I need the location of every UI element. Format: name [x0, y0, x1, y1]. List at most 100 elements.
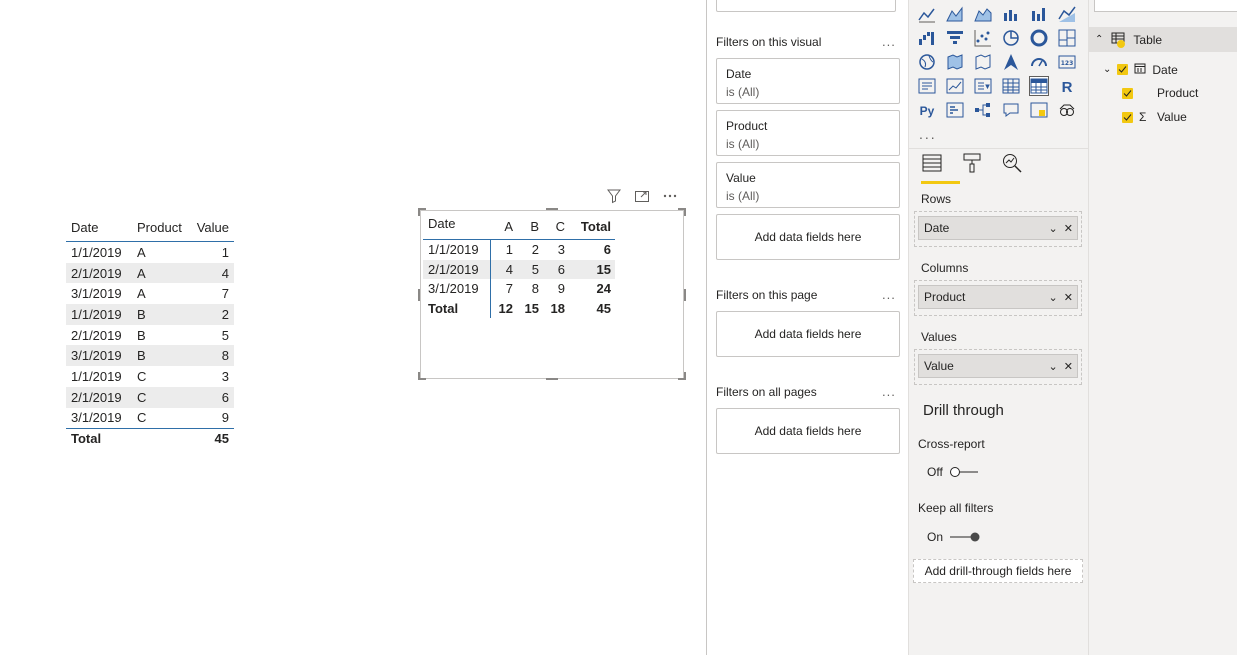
matrix-cell: 1: [505, 242, 513, 258]
analytics-magnifier-icon[interactable]: [1001, 152, 1023, 174]
gauge-icon[interactable]: [1029, 52, 1049, 72]
azure-map-icon[interactable]: [1001, 52, 1021, 72]
filled-map-icon[interactable]: [945, 52, 965, 72]
matrix-visual[interactable]: Date A B C Total 1/1/2019 1 2 3 6 2/1/20…: [423, 212, 615, 318]
kpi-icon[interactable]: [945, 76, 965, 96]
matrix-column-header[interactable]: C: [543, 219, 569, 234]
filters-visual-more-button[interactable]: ...: [882, 34, 896, 49]
page-add-data-fields-drop[interactable]: Add data fields here: [716, 311, 900, 357]
values-well[interactable]: Value ⌄ ✕: [914, 349, 1082, 385]
chevron-up-icon[interactable]: ⌃: [1095, 34, 1103, 45]
filter-card-date[interactable]: Date is (All): [716, 58, 900, 104]
pie-chart-icon[interactable]: [1001, 28, 1021, 48]
paginated-report-icon[interactable]: [1057, 100, 1077, 120]
rows-field-pill[interactable]: Date ⌄ ✕: [918, 216, 1078, 240]
cell-date: 2/1/2019: [71, 389, 122, 405]
checkbox-checked-icon[interactable]: [1122, 87, 1133, 99]
line-stacked-column-icon[interactable]: [1029, 4, 1049, 24]
matrix-row-header-label[interactable]: Date: [423, 212, 491, 234]
treemap-icon[interactable]: [1057, 28, 1077, 48]
more-options-icon[interactable]: [662, 188, 678, 204]
table-row: 3/1/2019 B 8: [66, 345, 234, 367]
column-header-date[interactable]: Date: [66, 220, 132, 235]
remove-x-icon[interactable]: ✕: [1064, 223, 1073, 235]
format-paint-roller-icon[interactable]: [961, 152, 983, 174]
resize-handle[interactable]: [684, 208, 686, 216]
line-clustered-column-icon[interactable]: [1001, 4, 1021, 24]
table-icon[interactable]: [1001, 76, 1021, 96]
key-influencers-icon[interactable]: [945, 100, 965, 120]
field-table-table[interactable]: ⌃ Table: [1089, 27, 1237, 52]
matrix-icon[interactable]: [1029, 76, 1049, 96]
rows-well[interactable]: Date ⌄ ✕: [914, 211, 1082, 247]
decomposition-tree-icon[interactable]: [973, 100, 993, 120]
resize-handle[interactable]: [684, 289, 686, 301]
matrix-column-header-total[interactable]: Total: [569, 219, 615, 234]
resize-handle[interactable]: [546, 208, 558, 210]
keep-all-filters-toggle[interactable]: On: [927, 530, 981, 544]
chevron-down-icon[interactable]: ⌄: [1103, 64, 1111, 75]
resize-handle[interactable]: [684, 372, 686, 380]
remove-x-icon[interactable]: ✕: [1064, 361, 1073, 373]
stacked-area-chart-icon[interactable]: [973, 4, 993, 24]
ribbon-chart-icon[interactable]: [1057, 4, 1077, 24]
map-icon[interactable]: [917, 52, 937, 72]
slicer-icon[interactable]: [973, 76, 993, 96]
field-item-date[interactable]: ⌄ Date: [1103, 62, 1178, 77]
filters-search-input[interactable]: [716, 0, 896, 12]
matrix-column-header[interactable]: B: [517, 219, 543, 234]
filters-page-more-button[interactable]: ...: [882, 287, 896, 302]
filter-state: is (All): [726, 137, 760, 151]
matrix-row-header[interactable]: 3/1/2019: [423, 279, 491, 299]
column-header-product[interactable]: Product: [132, 220, 186, 235]
r-visual-icon[interactable]: R: [1057, 76, 1077, 96]
shape-map-icon[interactable]: [973, 52, 993, 72]
fields-tab-icon[interactable]: [921, 152, 943, 174]
table-row: 1/1/2019 A 1: [66, 242, 234, 263]
chevron-down-icon[interactable]: ⌄: [1048, 361, 1057, 373]
waterfall-chart-icon[interactable]: [917, 28, 937, 48]
resize-handle[interactable]: [546, 378, 558, 380]
matrix-row-header[interactable]: 1/1/2019: [423, 240, 491, 260]
card-icon[interactable]: 123: [1057, 52, 1077, 72]
field-item-product[interactable]: Product: [1122, 86, 1198, 100]
python-visual-icon[interactable]: Py: [917, 100, 937, 120]
focus-mode-icon[interactable]: [634, 188, 650, 204]
resize-handle[interactable]: [418, 372, 420, 380]
visual-add-data-fields-drop[interactable]: Add data fields here: [716, 214, 900, 260]
filter-icon[interactable]: [606, 188, 622, 204]
filters-all-pages-more-button[interactable]: ...: [882, 384, 896, 399]
filter-card-product[interactable]: Product is (All): [716, 110, 900, 156]
filter-card-value[interactable]: Value is (All): [716, 162, 900, 208]
smart-narrative-icon[interactable]: [1029, 100, 1049, 120]
remove-x-icon[interactable]: ✕: [1064, 292, 1073, 304]
checkbox-checked-icon[interactable]: [1117, 64, 1129, 75]
donut-chart-icon[interactable]: [1029, 28, 1049, 48]
cross-report-toggle[interactable]: Off: [927, 465, 979, 479]
table-visual[interactable]: Date Product Value 1/1/2019 A 1 2/1/2019 A 4…: [66, 212, 234, 448]
qa-visual-icon[interactable]: [1001, 100, 1021, 120]
columns-field-name: Product: [924, 290, 966, 304]
all-pages-add-data-fields-drop[interactable]: Add data fields here: [716, 408, 900, 454]
area-chart-icon[interactable]: [945, 4, 965, 24]
field-item-value[interactable]: Σ Value: [1122, 110, 1187, 124]
column-header-value[interactable]: Value: [186, 220, 234, 235]
values-field-pill[interactable]: Value ⌄ ✕: [918, 354, 1078, 378]
funnel-chart-icon[interactable]: [945, 28, 965, 48]
fields-search-input[interactable]: [1094, 0, 1237, 12]
checkbox-checked-icon[interactable]: [1122, 111, 1133, 123]
matrix-column-header[interactable]: A: [491, 219, 517, 234]
matrix-row-header[interactable]: 2/1/2019: [423, 259, 491, 279]
chevron-down-icon[interactable]: ⌄: [1048, 292, 1057, 304]
columns-field-pill[interactable]: Product ⌄ ✕: [918, 285, 1078, 309]
resize-handle[interactable]: [418, 289, 420, 301]
report-canvas[interactable]: Date Product Value 1/1/2019 A 1 2/1/2019 A 4…: [0, 0, 706, 655]
line-chart-icon[interactable]: [917, 4, 937, 24]
resize-handle[interactable]: [418, 208, 420, 216]
more-visuals-button[interactable]: ...: [919, 126, 937, 142]
add-drill-through-fields-drop[interactable]: Add drill-through fields here: [913, 559, 1083, 583]
columns-well[interactable]: Product ⌄ ✕: [914, 280, 1082, 316]
scatter-chart-icon[interactable]: [973, 28, 993, 48]
multi-row-card-icon[interactable]: [917, 76, 937, 96]
chevron-down-icon[interactable]: ⌄: [1048, 223, 1057, 235]
